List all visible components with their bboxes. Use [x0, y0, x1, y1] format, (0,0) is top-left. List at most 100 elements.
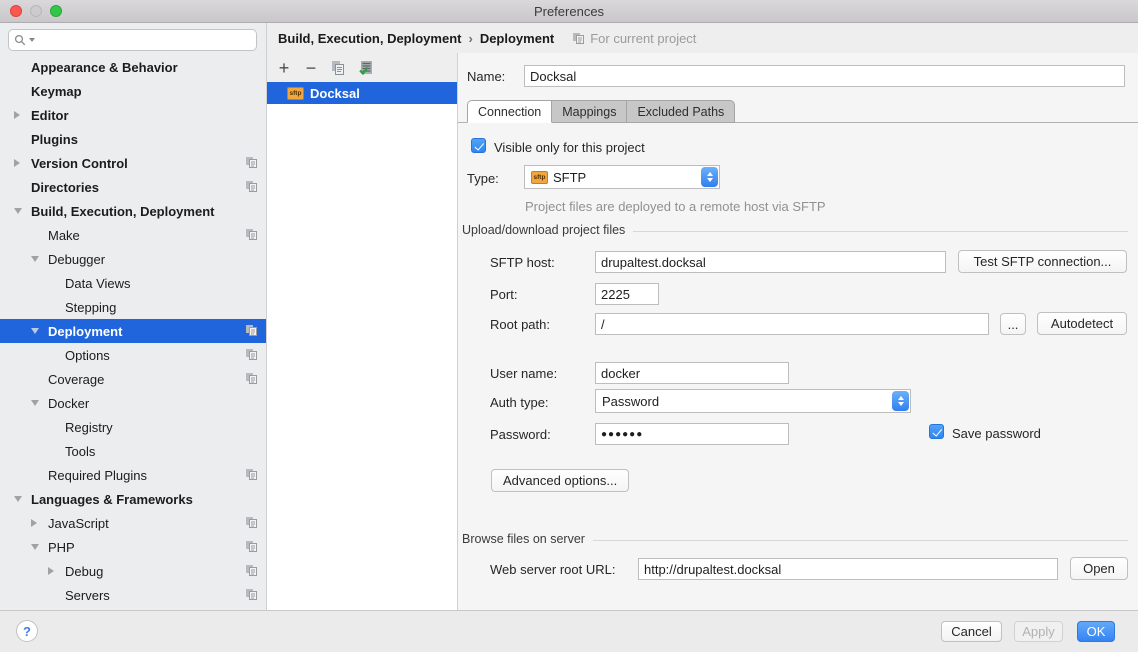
advanced-options-button[interactable]: Advanced options...: [491, 469, 629, 492]
sidebar-item-registry[interactable]: Registry: [0, 415, 266, 439]
zoom-button[interactable]: [50, 5, 62, 17]
cancel-button[interactable]: Cancel: [941, 621, 1002, 642]
sidebar-item-label: Version Control: [31, 156, 128, 171]
ok-button[interactable]: OK: [1077, 621, 1115, 642]
type-value: SFTP: [553, 170, 586, 185]
search-options-chevron-icon[interactable]: [29, 38, 35, 42]
use-as-default-button[interactable]: [356, 59, 374, 77]
sidebar-item-servers[interactable]: Servers: [0, 583, 266, 607]
root-path-label: Root path:: [490, 317, 550, 332]
autodetect-button[interactable]: Autodetect: [1037, 312, 1127, 335]
sidebar-item-version-control[interactable]: Version Control: [0, 151, 266, 175]
sidebar-item-label: Languages & Frameworks: [31, 492, 193, 507]
password-label: Password:: [490, 427, 551, 442]
collapse-arrow-icon[interactable]: [14, 208, 22, 214]
root-path-input[interactable]: [595, 313, 989, 335]
sidebar-item-label: Keymap: [31, 84, 82, 99]
expand-arrow-icon[interactable]: [14, 159, 20, 167]
visible-only-label: Visible only for this project: [494, 140, 645, 155]
sidebar-item-options[interactable]: Options: [0, 343, 266, 367]
name-label: Name:: [467, 69, 505, 84]
sidebar-item-javascript[interactable]: JavaScript: [0, 511, 266, 535]
add-server-button[interactable]: +: [275, 59, 293, 77]
type-select[interactable]: sftp SFTP: [524, 165, 720, 189]
sidebar-item-stepping[interactable]: Stepping: [0, 295, 266, 319]
password-input[interactable]: [595, 423, 789, 445]
browse-root-path-button[interactable]: ...: [1000, 313, 1026, 335]
sidebar-item-label: Deployment: [48, 324, 122, 339]
tab-excluded-paths[interactable]: Excluded Paths: [627, 100, 735, 123]
copy-server-button[interactable]: [329, 59, 347, 77]
per-project-icon: [245, 228, 258, 241]
visible-only-checkbox[interactable]: [471, 138, 486, 153]
sidebar-item-build-execution-deployment[interactable]: Build, Execution, Deployment: [0, 199, 266, 223]
sidebar-item-debug[interactable]: Debug: [0, 559, 266, 583]
help-button[interactable]: ?: [16, 620, 38, 642]
save-password-checkbox[interactable]: [929, 424, 944, 439]
sftp-host-input[interactable]: [595, 251, 946, 273]
collapse-arrow-icon[interactable]: [31, 400, 39, 406]
sidebar-item-tools[interactable]: Tools: [0, 439, 266, 463]
auth-type-select[interactable]: Password: [595, 389, 911, 413]
expand-arrow-icon[interactable]: [14, 111, 20, 119]
collapse-arrow-icon[interactable]: [31, 256, 39, 262]
breadcrumb-item-build-execution-deployment[interactable]: Build, Execution, Deployment: [278, 31, 461, 46]
search-icon: [14, 34, 27, 47]
per-project-icon: [245, 372, 258, 385]
remove-server-button[interactable]: −: [302, 59, 320, 77]
type-select-stepper[interactable]: [701, 167, 718, 187]
user-name-input[interactable]: [595, 362, 789, 384]
deployment-form: Name: ConnectionMappingsExcluded Paths V…: [458, 53, 1138, 610]
auth-type-select-stepper[interactable]: [892, 391, 909, 411]
settings-sidebar: Appearance & Behavior Keymap Editor Plugins…: [0, 23, 267, 610]
sidebar-item-directories[interactable]: Directories: [0, 175, 266, 199]
auth-type-label: Auth type:: [490, 395, 549, 410]
sidebar-item-editor[interactable]: Editor: [0, 103, 266, 127]
auth-type-value: Password: [602, 394, 659, 409]
sidebar-item-label: Stepping: [65, 300, 116, 315]
expand-arrow-icon[interactable]: [48, 567, 54, 575]
close-button[interactable]: [10, 5, 22, 17]
sidebar-item-coverage[interactable]: Coverage: [0, 367, 266, 391]
type-label: Type:: [467, 171, 499, 186]
test-sftp-connection-button[interactable]: Test SFTP connection...: [958, 250, 1127, 273]
open-button[interactable]: Open: [1070, 557, 1128, 580]
sidebar-item-keymap[interactable]: Keymap: [0, 79, 266, 103]
sidebar-item-label: Tools: [65, 444, 95, 459]
name-input[interactable]: [524, 65, 1125, 87]
upload-section-header: Upload/download project files: [462, 223, 1128, 237]
tab-connection[interactable]: Connection: [467, 100, 552, 123]
sidebar-item-languages-frameworks[interactable]: Languages & Frameworks: [0, 487, 266, 511]
collapse-arrow-icon[interactable]: [31, 328, 39, 334]
collapse-arrow-icon[interactable]: [31, 544, 39, 550]
breadcrumb-item-deployment[interactable]: Deployment: [480, 31, 554, 46]
per-project-icon: [245, 540, 258, 553]
sidebar-item-make[interactable]: Make: [0, 223, 266, 247]
per-project-icon: [245, 516, 258, 529]
per-project-icon: [245, 468, 258, 481]
sidebar-item-php[interactable]: PHP: [0, 535, 266, 559]
sidebar-item-docker[interactable]: Docker: [0, 391, 266, 415]
server-item-docksal[interactable]: sftpDocksal: [267, 82, 457, 104]
tab-bar: ConnectionMappingsExcluded Paths: [467, 100, 735, 123]
sidebar-item-label: Editor: [31, 108, 69, 123]
expand-arrow-icon[interactable]: [31, 519, 37, 527]
apply-button[interactable]: Apply: [1014, 621, 1063, 642]
sidebar-item-appearance-behavior[interactable]: Appearance & Behavior: [0, 55, 266, 79]
sidebar-item-deployment[interactable]: Deployment: [0, 319, 266, 343]
web-root-input[interactable]: [638, 558, 1058, 580]
sidebar-item-plugins[interactable]: Plugins: [0, 127, 266, 151]
sidebar-item-label: Make: [48, 228, 80, 243]
settings-search-input[interactable]: [8, 29, 257, 51]
collapse-arrow-icon[interactable]: [14, 496, 22, 502]
browse-section-title: Browse files on server: [462, 532, 585, 546]
window-title: Preferences: [534, 4, 604, 19]
scope-indicator: For current project: [572, 31, 696, 46]
sidebar-item-debugger[interactable]: Debugger: [0, 247, 266, 271]
sidebar-item-required-plugins[interactable]: Required Plugins: [0, 463, 266, 487]
server-list-panel: + − sftpDocksal: [267, 53, 458, 610]
user-name-label: User name:: [490, 366, 557, 381]
tab-mappings[interactable]: Mappings: [552, 100, 627, 123]
port-input[interactable]: [595, 283, 659, 305]
sidebar-item-data-views[interactable]: Data Views: [0, 271, 266, 295]
